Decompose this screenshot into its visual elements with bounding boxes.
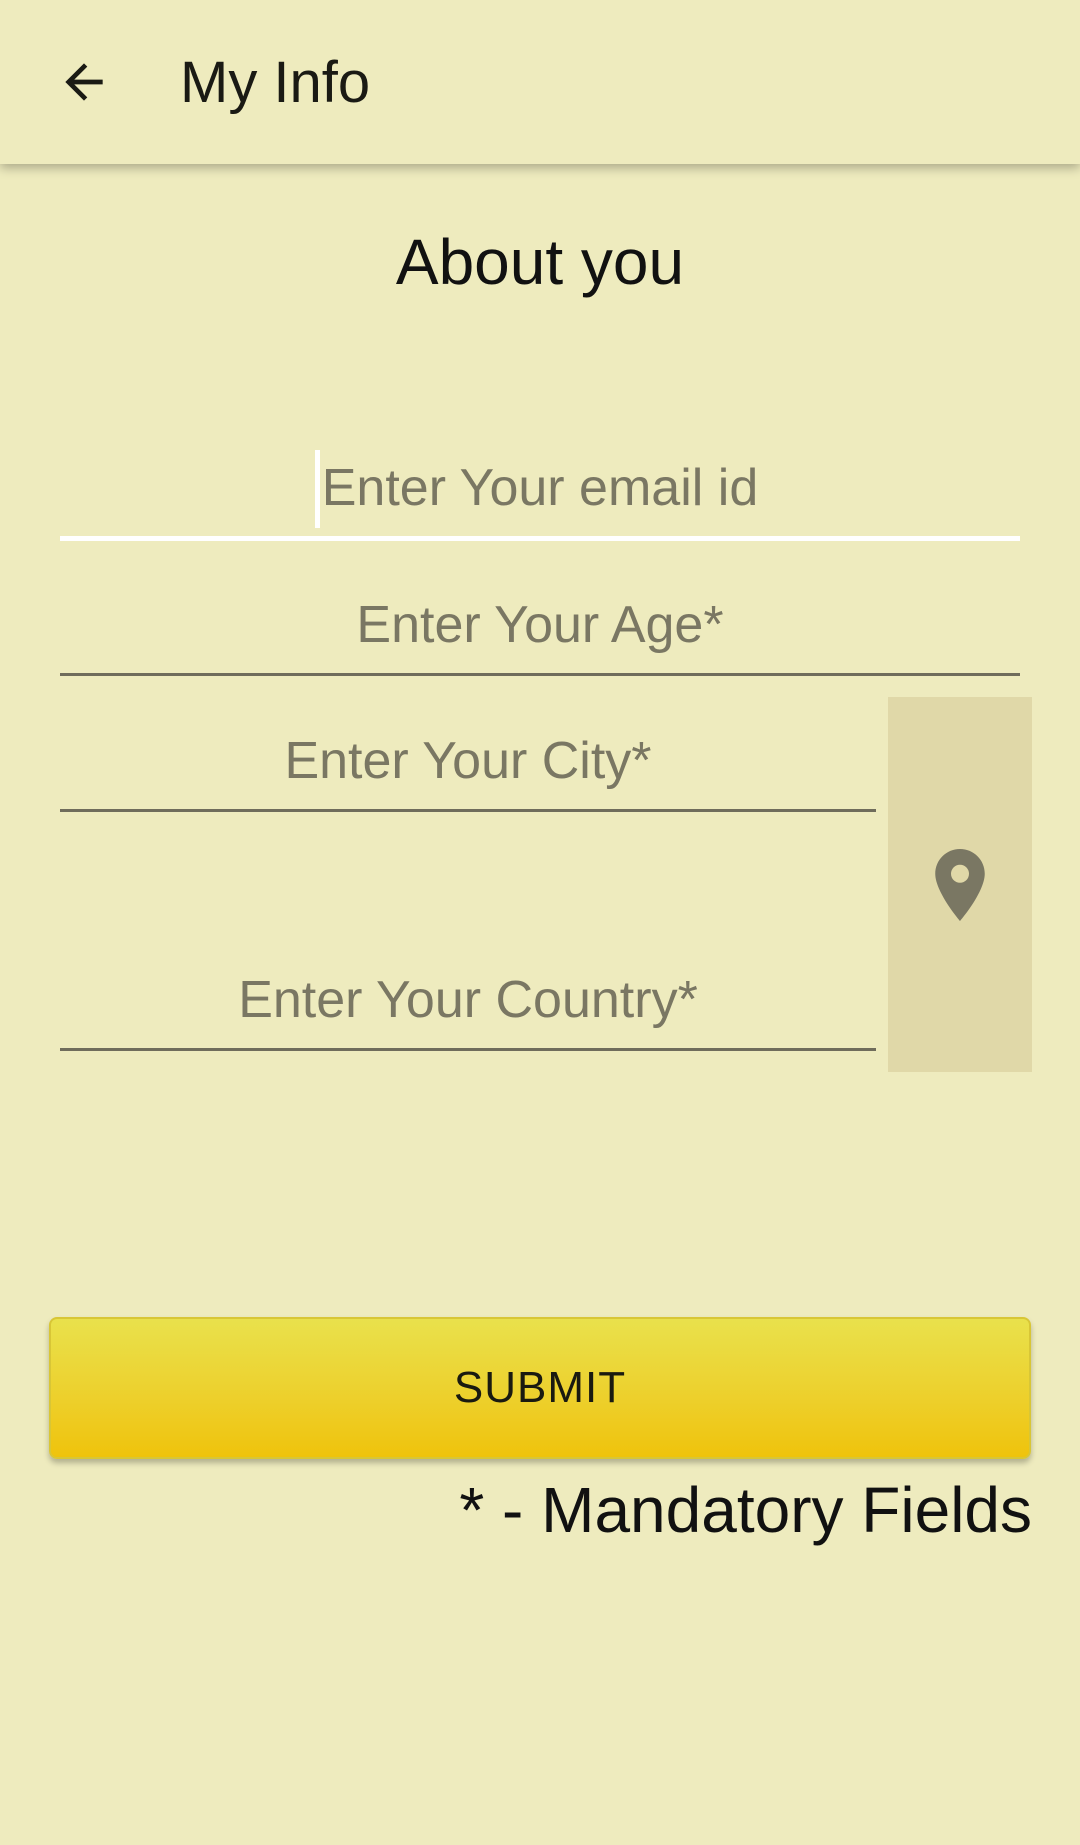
country-field[interactable] — [60, 952, 876, 1048]
submit-button[interactable]: SUBMIT — [49, 1317, 1031, 1459]
arrow-left-icon — [65, 63, 103, 101]
country-field-container — [60, 952, 876, 1051]
page-title: My Info — [180, 50, 371, 115]
back-button[interactable] — [40, 38, 128, 126]
app-toolbar: My Info — [0, 0, 1080, 164]
email-field[interactable] — [60, 440, 1020, 536]
my-info-screen: My Info About you SUBMIT * - Mandatory F… — [0, 0, 1080, 1845]
city-field[interactable] — [60, 713, 876, 809]
age-field[interactable] — [60, 577, 1020, 673]
text-cursor — [315, 450, 320, 528]
detect-location-button[interactable] — [888, 697, 1032, 1072]
city-field-container — [60, 713, 876, 812]
map-pin-icon — [935, 848, 985, 921]
email-field-container — [60, 440, 1020, 541]
mandatory-fields-note: * - Mandatory Fields — [459, 1474, 1032, 1546]
section-title: About you — [395, 226, 685, 298]
age-field-container — [60, 577, 1020, 676]
